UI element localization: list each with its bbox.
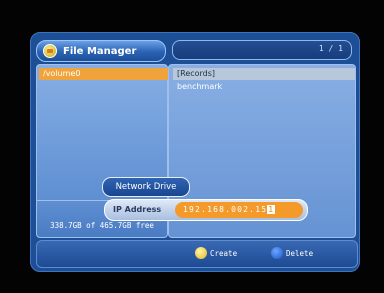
network-drive-button[interactable]: Network Drive [102, 177, 190, 197]
file-item-records[interactable]: [Records] [173, 68, 355, 80]
title-bar: File Manager [36, 40, 166, 62]
ip-address-label: IP Address [113, 205, 162, 214]
ip-address-prefix: 192.168.002.15 [183, 205, 268, 214]
blue-key-icon [271, 247, 283, 259]
ip-address-value: 192.168.002.151 [183, 202, 276, 218]
yellow-key-icon [195, 247, 207, 259]
ip-address-input[interactable]: 192.168.002.151 [175, 202, 303, 218]
create-action[interactable]: Create [195, 247, 237, 259]
folder-icon [43, 44, 57, 58]
ip-cursor-digit[interactable]: 1 [267, 205, 276, 214]
delete-label: Delete [286, 248, 314, 258]
footer-bar: Create Delete [36, 240, 358, 268]
page-indicator: 1 / 1 [318, 44, 343, 53]
window-title: File Manager [63, 45, 137, 57]
volume-item-selected[interactable]: /volume0 [39, 68, 169, 80]
free-space-text: 338.7GB of 465.7GB free [50, 221, 154, 230]
create-label: Create [210, 248, 238, 258]
file-manager-screen: File Manager 1 / 1 /volume0 338.7GB of 4… [30, 32, 360, 272]
page-bar: 1 / 1 [172, 40, 352, 60]
file-item-benchmark[interactable]: benchmark [177, 81, 222, 93]
delete-action[interactable]: Delete [271, 247, 313, 259]
ip-address-field[interactable]: IP Address 192.168.002.151 [104, 199, 308, 221]
